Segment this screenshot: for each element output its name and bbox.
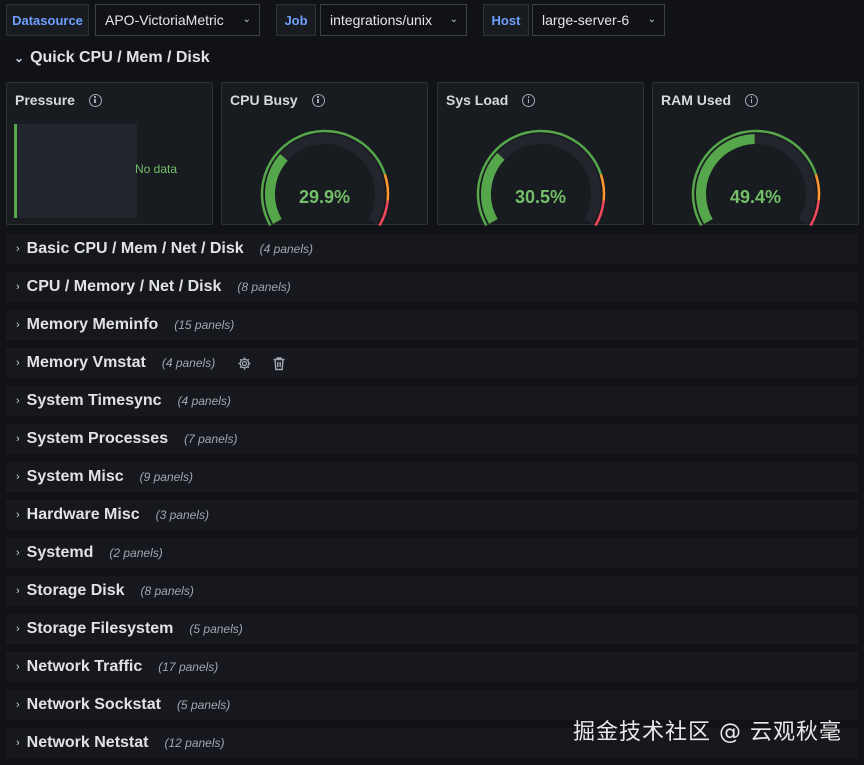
chevron-right-icon: › (16, 547, 20, 559)
chevron-right-icon: › (16, 243, 20, 255)
host-select[interactable]: large-server-6 ⌄ (532, 4, 665, 36)
row-panel-count: (5 panels) (189, 622, 243, 636)
row-system-misc[interactable]: › System Misc (9 panels) (6, 462, 858, 492)
variables-bar: Datasource APO-VictoriaMetric ⌄ Job inte… (0, 0, 864, 40)
row-panel-count: (12 panels) (164, 736, 225, 750)
row-panel-count: (3 panels) (155, 508, 209, 522)
row-panel-count: (4 panels) (259, 242, 314, 256)
chevron-down-icon: ⌄ (449, 14, 458, 25)
gauge-track (481, 134, 601, 224)
row-title: Memory Vmstat (26, 354, 146, 371)
chevron-right-icon: › (16, 433, 20, 445)
job-select[interactable]: integrations/unix ⌄ (320, 4, 467, 36)
row-title: System Processes (26, 430, 169, 447)
chevron-right-icon: › (16, 471, 20, 483)
row-hardware-misc[interactable]: › Hardware Misc (3 panels) (6, 500, 858, 530)
row-system-processes[interactable]: › System Processes (7 panels) (6, 424, 858, 454)
row-panel-count: (8 panels) (237, 280, 291, 294)
panel-cpu-busy[interactable]: CPU Busy 29.9% (221, 82, 428, 226)
row-cpu-memory-net-disk[interactable]: › CPU / Memory / Net / Disk (8 panels) (6, 272, 858, 302)
info-icon[interactable] (88, 93, 102, 107)
job-value: integrations/unix (330, 12, 432, 28)
row-title: CPU / Memory / Net / Disk (26, 278, 222, 295)
row-title: Hardware Misc (26, 506, 140, 523)
gear-icon[interactable] (237, 356, 252, 371)
watermark: 掘金技术社区 @ 云观秋毫 (573, 720, 842, 745)
chevron-right-icon: › (16, 509, 20, 521)
threshold-band-green (691, 129, 818, 226)
row-memory-vmstat[interactable]: › Memory Vmstat (4 panels) (6, 348, 858, 378)
row-systemd[interactable]: › Systemd (2 panels) (6, 538, 858, 568)
datasource-select[interactable]: APO-VictoriaMetric ⌄ (95, 4, 260, 36)
chevron-down-icon: ⌄ (647, 14, 656, 25)
row-title: Storage Filesystem (26, 620, 174, 637)
chevron-down-icon: ⌄ (242, 14, 251, 25)
row-title: Storage Disk (26, 582, 125, 599)
chevron-right-icon: › (16, 395, 20, 407)
row-panel-count: (4 panels) (177, 394, 231, 408)
threshold-band-green (260, 129, 387, 226)
row-network-traffic[interactable]: › Network Traffic (17 panels) (6, 652, 858, 682)
section-quick-cpu-mem-disk[interactable]: ⌄ Quick CPU / Mem / Disk (6, 44, 606, 72)
chevron-right-icon: › (16, 357, 20, 369)
row-system-timesync[interactable]: › System Timesync (4 panels) (6, 386, 858, 416)
row-panel-count: (7 panels) (184, 432, 238, 446)
row-panel-count: (8 panels) (140, 584, 194, 598)
chevron-right-icon: › (16, 737, 20, 749)
section-title: Quick CPU / Mem / Disk (30, 49, 210, 66)
gauge-value: 29.9% (298, 187, 351, 207)
panel-title: Pressure (15, 92, 75, 108)
chevron-right-icon: › (16, 319, 20, 331)
row-panel-count: (17 panels) (158, 660, 219, 674)
row-panel-count: (9 panels) (139, 470, 193, 484)
row-memory-meminfo[interactable]: › Memory Meminfo (15 panels) (6, 310, 858, 340)
gauge-value: 30.5% (514, 187, 567, 207)
row-storage-disk[interactable]: › Storage Disk (8 panels) (6, 576, 858, 606)
panel-sys-load[interactable]: Sys Load 30.5% (437, 82, 644, 226)
panel-pressure[interactable]: Pressure No data (6, 82, 213, 225)
threshold-band-green (476, 129, 603, 226)
gauge-value: 49.4% (729, 187, 782, 207)
row-panel-count: (2 panels) (109, 546, 163, 560)
row-storage-filesystem[interactable]: › Storage Filesystem (5 panels) (6, 614, 858, 644)
row-panel-count: (4 panels) (161, 356, 216, 370)
chevron-right-icon: › (16, 623, 20, 635)
gauge-track (265, 134, 385, 224)
row-title: Systemd (26, 544, 94, 561)
chevron-right-icon: › (16, 585, 20, 597)
datasource-value: APO-VictoriaMetric (105, 12, 224, 28)
row-title: System Timesync (26, 392, 162, 409)
chevron-right-icon: › (16, 281, 20, 293)
row-title: Network Traffic (26, 658, 143, 675)
chevron-right-icon: › (16, 699, 20, 711)
row-title: Network Netstat (26, 734, 149, 751)
host-label: Host (483, 4, 529, 36)
job-label: Job (276, 4, 316, 36)
trash-icon[interactable] (272, 356, 286, 371)
timeseries-area (14, 124, 137, 218)
row-title: Network Sockstat (26, 696, 161, 713)
row-title: Memory Meminfo (26, 316, 159, 333)
panel-ram-used[interactable]: RAM Used 49.4% (652, 82, 859, 226)
chevron-down-icon: ⌄ (14, 51, 25, 65)
chevron-right-icon: › (16, 661, 20, 673)
row-panel-count: (15 panels) (174, 318, 235, 332)
row-panel-count: (5 panels) (176, 698, 231, 712)
datasource-label: Datasource (6, 4, 89, 36)
no-data-text: No data (135, 162, 178, 176)
host-value: large-server-6 (542, 12, 630, 28)
row-title: Basic CPU / Mem / Net / Disk (26, 240, 244, 257)
row-basic-cpu-mem-net-disk[interactable]: › Basic CPU / Mem / Net / Disk (4 panels… (6, 234, 858, 264)
row-title: System Misc (26, 468, 124, 485)
